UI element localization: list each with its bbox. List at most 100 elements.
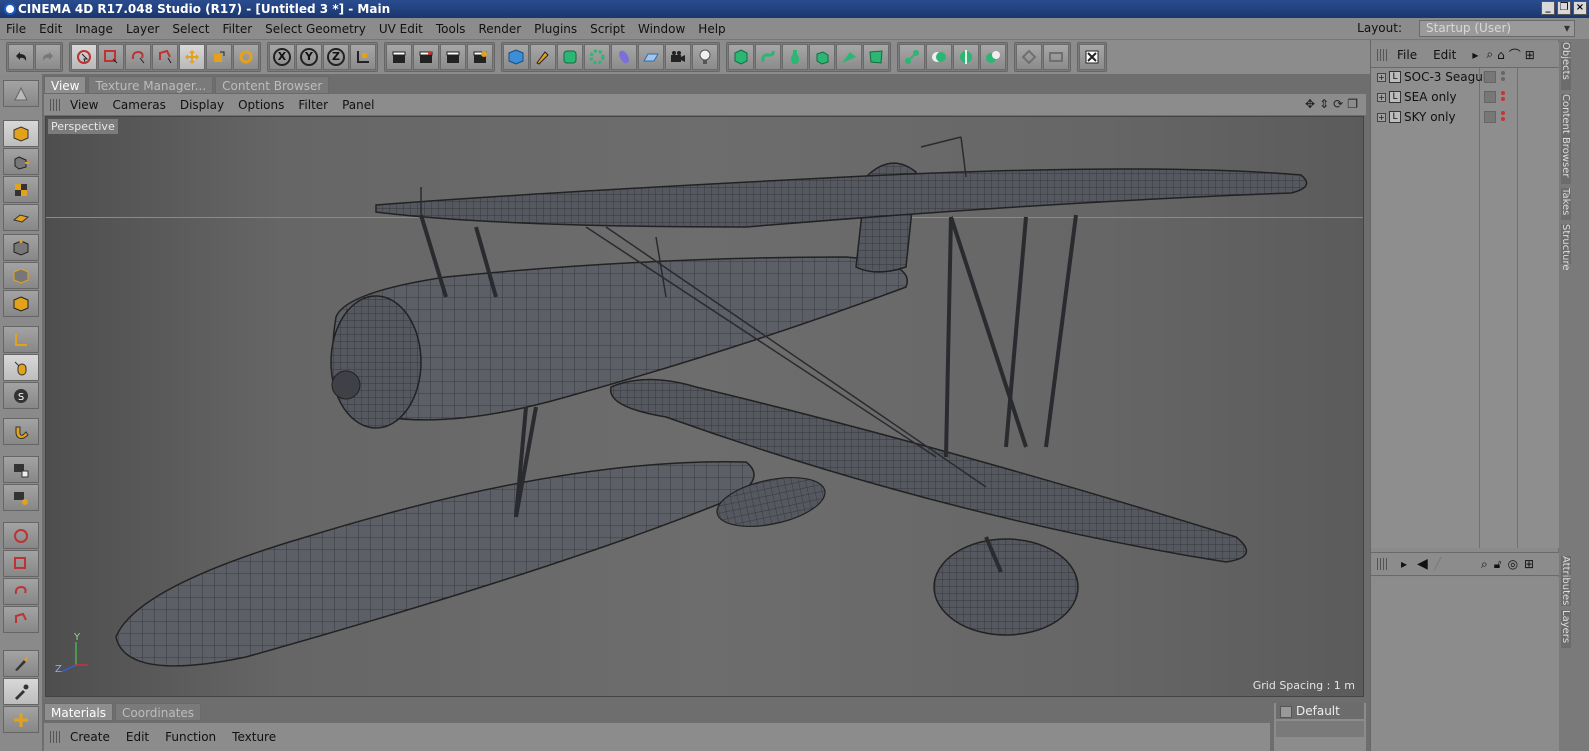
redo-button[interactable] bbox=[35, 44, 61, 70]
array-generator-button[interactable] bbox=[584, 44, 610, 70]
polygons-mode-button[interactable] bbox=[3, 290, 39, 317]
disabled-tool-2-button[interactable] bbox=[1043, 44, 1069, 70]
side-tab-takes[interactable]: Takes bbox=[1560, 188, 1571, 220]
attr-menu-arrow-icon[interactable]: ▸ bbox=[1401, 557, 1407, 571]
side-tab-content-browser[interactable]: Content Browser bbox=[1560, 94, 1571, 184]
lock-icon[interactable]: 🔓︎ bbox=[1494, 557, 1502, 572]
restore-button[interactable]: ❐ bbox=[1557, 1, 1571, 15]
y-axis-lock-button[interactable]: Y bbox=[296, 44, 322, 70]
points-mode-button[interactable] bbox=[3, 234, 39, 261]
connect-button[interactable] bbox=[899, 44, 925, 70]
planar-workplane-button[interactable] bbox=[3, 484, 39, 511]
lathe-button[interactable] bbox=[782, 44, 808, 70]
texture-mode-button[interactable] bbox=[3, 176, 39, 203]
menu-help[interactable]: Help bbox=[698, 22, 725, 36]
boole-button[interactable] bbox=[926, 44, 952, 70]
model-mode-button[interactable] bbox=[3, 120, 39, 147]
material-menu-texture[interactable]: Texture bbox=[232, 730, 276, 744]
menu-script[interactable]: Script bbox=[590, 22, 625, 36]
disabled-tool-1-button[interactable] bbox=[1016, 44, 1042, 70]
viewport-menu-cameras[interactable]: Cameras bbox=[112, 98, 165, 112]
brush-tool-button[interactable] bbox=[3, 650, 39, 677]
attr-new-panel-icon[interactable]: ⊞ bbox=[1524, 557, 1534, 571]
render-view-button[interactable] bbox=[386, 44, 412, 70]
move-tool-button[interactable] bbox=[179, 44, 205, 70]
extrude-button[interactable] bbox=[809, 44, 835, 70]
panel-grip-handle[interactable] bbox=[50, 98, 60, 111]
target-icon[interactable]: ◎ bbox=[1508, 557, 1518, 571]
menu-window[interactable]: Window bbox=[638, 22, 685, 36]
sweep-button[interactable] bbox=[836, 44, 862, 70]
render-settings-button[interactable] bbox=[467, 44, 493, 70]
close-button[interactable]: × bbox=[1573, 1, 1587, 15]
x-axis-lock-button[interactable]: X bbox=[269, 44, 295, 70]
edges-mode-button[interactable] bbox=[3, 262, 39, 289]
z-axis-lock-button[interactable]: Z bbox=[323, 44, 349, 70]
material-menu-edit[interactable]: Edit bbox=[126, 730, 149, 744]
tab-coordinates[interactable]: Coordinates bbox=[115, 703, 202, 721]
render-dots-red[interactable] bbox=[1501, 111, 1505, 123]
lasso-selection-button[interactable] bbox=[125, 44, 151, 70]
deformer-button[interactable] bbox=[611, 44, 637, 70]
side-tab-structure[interactable]: Structure bbox=[1560, 224, 1571, 271]
loft-button[interactable] bbox=[863, 44, 889, 70]
render-dots[interactable] bbox=[1501, 71, 1505, 83]
snap-mode-button[interactable] bbox=[3, 418, 39, 445]
menu-tools[interactable]: Tools bbox=[436, 22, 466, 36]
layout-select[interactable]: Startup (User) bbox=[1419, 20, 1575, 37]
list-item-sea-only[interactable]: + L SEA only bbox=[1377, 88, 1457, 106]
expand-icon[interactable]: + bbox=[1377, 72, 1386, 82]
pen-spline-button[interactable] bbox=[530, 44, 556, 70]
rectangle-selection-button[interactable] bbox=[98, 44, 124, 70]
orbit-view-icon[interactable]: ⟳ bbox=[1333, 97, 1343, 111]
tab-materials[interactable]: Materials bbox=[44, 703, 114, 721]
metaball-button[interactable] bbox=[980, 44, 1006, 70]
viewport-menu-options[interactable]: Options bbox=[238, 98, 284, 112]
menu-plugins[interactable]: Plugins bbox=[534, 22, 577, 36]
move-side-button[interactable] bbox=[3, 706, 39, 733]
minimize-button[interactable]: _ bbox=[1541, 1, 1555, 15]
menu-select[interactable]: Select bbox=[172, 22, 209, 36]
viewport-menu-panel[interactable]: Panel bbox=[342, 98, 374, 112]
render-queue-button[interactable] bbox=[440, 44, 466, 70]
attr-grip[interactable] bbox=[1377, 558, 1387, 570]
lasso-select-side-button[interactable] bbox=[3, 578, 39, 605]
axis-mode-button[interactable] bbox=[3, 326, 39, 353]
subdivision-surface-button[interactable] bbox=[557, 44, 583, 70]
tab-texture-manager[interactable]: Texture Manager... bbox=[88, 76, 214, 94]
expand-icon[interactable]: + bbox=[1377, 112, 1386, 122]
symmetry-button[interactable] bbox=[953, 44, 979, 70]
menu-render[interactable]: Render bbox=[478, 22, 521, 36]
material-menu-create[interactable]: Create bbox=[70, 730, 110, 744]
object-menu-file[interactable]: File bbox=[1397, 48, 1417, 62]
rect-select-side-button[interactable] bbox=[3, 550, 39, 577]
tab-view[interactable]: View bbox=[44, 76, 87, 94]
menu-edit[interactable]: Edit bbox=[39, 22, 62, 36]
side-tab-objects[interactable]: Objects bbox=[1560, 42, 1571, 90]
expand-icon[interactable]: + bbox=[1377, 92, 1386, 102]
menu-image[interactable]: Image bbox=[75, 22, 113, 36]
list-item-sky-only[interactable]: + L SKY only bbox=[1377, 108, 1456, 126]
live-selection-button[interactable] bbox=[71, 44, 97, 70]
scale-tool-button[interactable] bbox=[206, 44, 232, 70]
render-picture-viewer-button[interactable] bbox=[413, 44, 439, 70]
back-arrow-icon[interactable]: ◀ bbox=[1417, 556, 1428, 572]
mode-switch-button[interactable] bbox=[3, 80, 39, 107]
viewport-menu-view[interactable]: View bbox=[70, 98, 98, 112]
undo-button[interactable] bbox=[8, 44, 34, 70]
cloner-button[interactable] bbox=[728, 44, 754, 70]
viewport-menu-filter[interactable]: Filter bbox=[298, 98, 328, 112]
menu-layer[interactable]: Layer bbox=[126, 22, 159, 36]
floor-object-button[interactable] bbox=[638, 44, 664, 70]
material-panel-grip[interactable] bbox=[50, 731, 60, 743]
side-tab-attributes[interactable]: Attributes bbox=[1560, 556, 1571, 606]
object-mode-button[interactable] bbox=[3, 148, 39, 175]
object-name[interactable]: SOC-3 Seagull bbox=[1404, 70, 1489, 84]
list-item-soc3-seagull[interactable]: + L SOC-3 Seagull bbox=[1377, 68, 1489, 86]
menu-file[interactable]: File bbox=[6, 22, 26, 36]
side-tab-layers[interactable]: Layers bbox=[1560, 610, 1571, 648]
search-icon[interactable]: ⌕ bbox=[1486, 47, 1493, 62]
light-object-button[interactable] bbox=[692, 44, 718, 70]
pan-view-icon[interactable]: ✥ bbox=[1305, 97, 1315, 111]
maximize-view-icon[interactable]: ❐ bbox=[1347, 97, 1358, 111]
